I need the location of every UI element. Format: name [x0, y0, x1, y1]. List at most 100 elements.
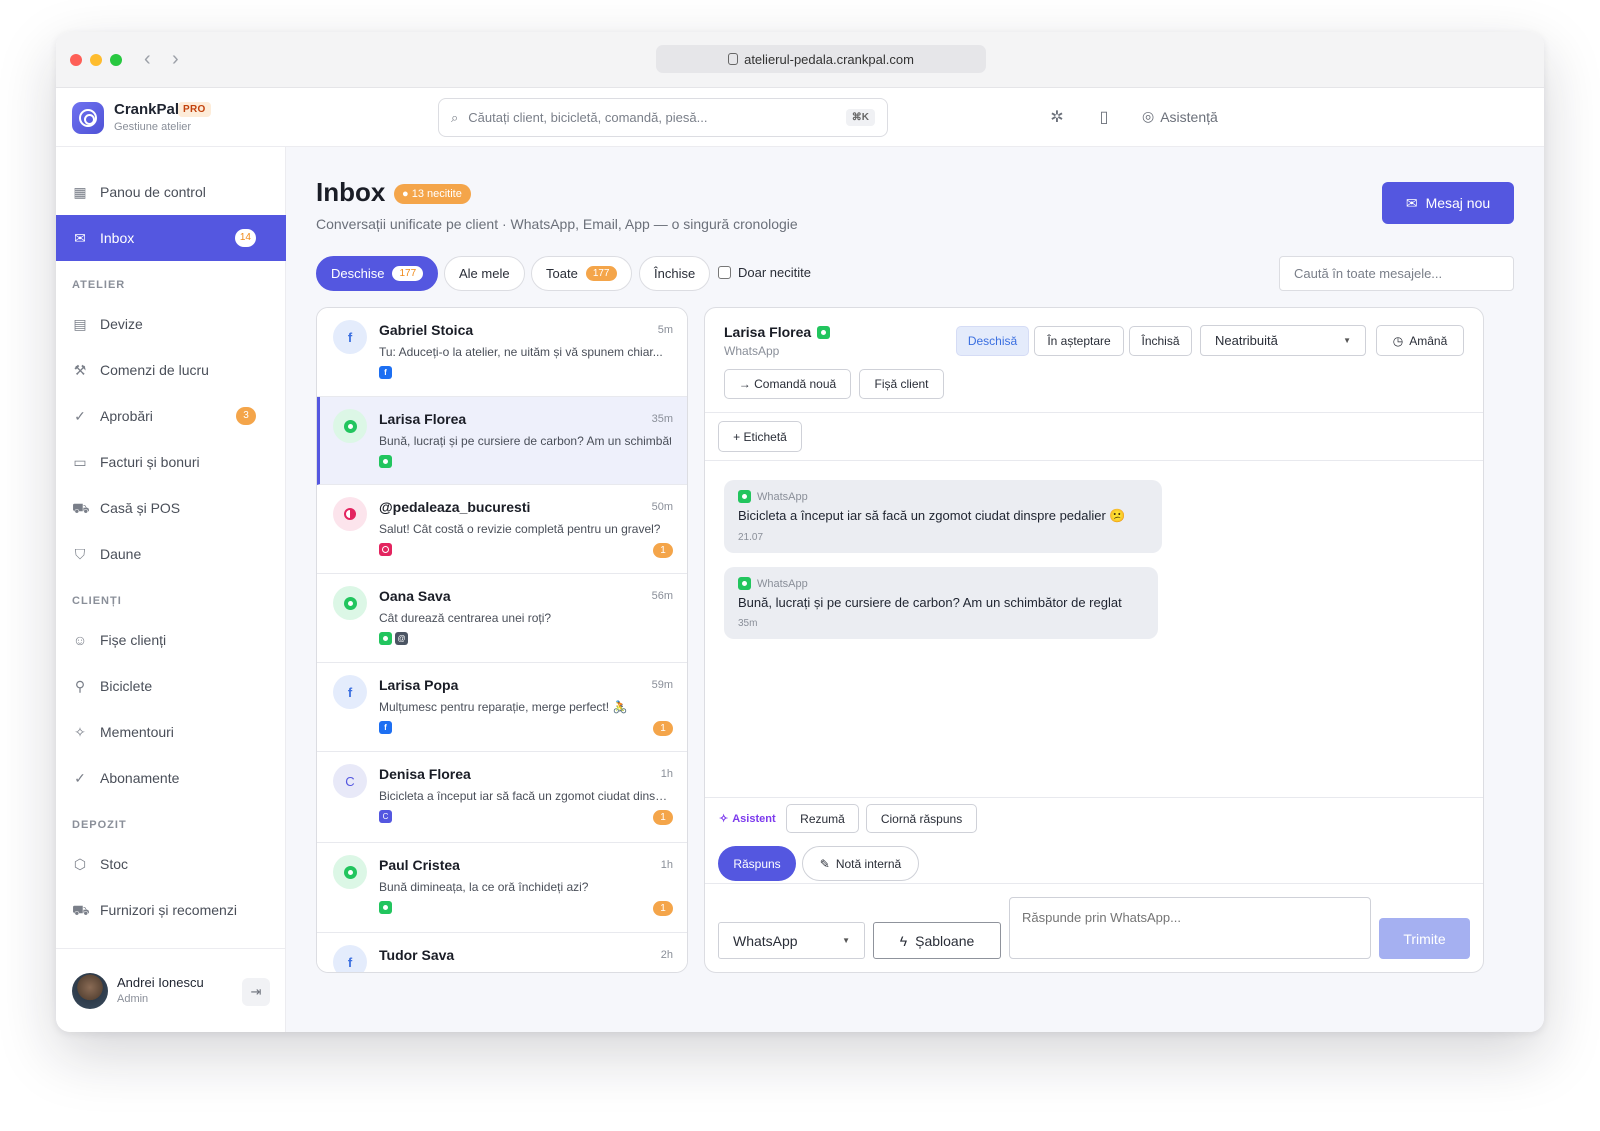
inbox-icon: ✉ — [74, 230, 86, 246]
divider — [705, 797, 1483, 798]
unread-count: 1 — [653, 901, 673, 916]
whatsapp-icon — [379, 901, 392, 914]
conversation-preview: Mulțumesc pentru reparație, merge perfec… — [379, 700, 628, 714]
facebook-icon: f — [379, 366, 392, 379]
grid-icon: ▦ — [73, 184, 87, 200]
list-item[interactable]: Paul Cristea 1h Bună dimineața, la ce or… — [317, 843, 687, 933]
sidebar-item-dashboard[interactable]: ▦ Panou de control — [56, 169, 286, 215]
contact-name: Larisa Florea — [724, 324, 831, 340]
status-closed-button[interactable]: Închisă — [1129, 326, 1192, 356]
sidebar-item-invoices[interactable]: ▭ Facturi și bonuri — [56, 439, 286, 485]
send-label: Trimite — [1403, 930, 1446, 947]
book-icon[interactable]: ▯ — [1093, 107, 1115, 129]
snooze-button[interactable]: ◷ Amână — [1376, 325, 1464, 356]
maximize-window-button[interactable] — [110, 54, 122, 66]
sidebar-item-pos[interactable]: ⛟ Casă și POS — [56, 485, 286, 531]
whatsapp-icon — [343, 419, 357, 433]
filter-open[interactable]: Deschise 177 — [316, 256, 439, 291]
check-circle-icon: ✓ — [74, 408, 86, 424]
close-window-button[interactable] — [70, 54, 82, 66]
sidebar-item-devize[interactable]: ▤ Devize — [56, 301, 286, 347]
list-item[interactable]: @pedaleaza_bucuresti 50m Salut! Cât cost… — [317, 485, 687, 574]
reply-channel-select[interactable]: WhatsApp ▼ — [718, 922, 865, 959]
status-open-button[interactable]: Deschisă — [956, 326, 1029, 356]
list-item[interactable]: Oana Sava 56m Cât durează centrarea unei… — [317, 574, 687, 663]
conversation-preview: Bună dimineața, la ce oră închideți azi? — [379, 880, 589, 894]
conversation-preview: Bună, lucrați și pe cursiere de carbon? … — [379, 434, 671, 448]
sidebar-item-label: Inbox — [100, 230, 135, 246]
sidebar-item-client-files[interactable]: ☺ Fișe clienți — [56, 617, 286, 663]
clock-icon: ◷ — [1392, 333, 1404, 348]
app-subtitle: Gestiune atelier — [114, 121, 192, 133]
avatar — [333, 855, 367, 889]
sidebar-item-suppliers[interactable]: ⛟ Furnizori și recomenzi — [56, 887, 286, 933]
bug-icon[interactable]: ✲ — [1046, 107, 1068, 129]
list-item[interactable]: f Gabriel Stoica 5m Tu: Aduceți-o la ate… — [317, 308, 687, 397]
conversation-name: Gabriel Stoica — [379, 322, 474, 338]
tab-internal-note[interactable]: ✎ Notă internă — [802, 846, 919, 881]
filter-count: 177 — [392, 266, 424, 281]
avatar: C — [333, 764, 367, 798]
send-button[interactable]: Trimite — [1379, 918, 1470, 959]
instagram-icon — [379, 543, 392, 556]
list-item[interactable]: Larisa Florea 35m Bună, lucrați și pe cu… — [317, 397, 687, 485]
logout-icon[interactable]: ⇥ — [242, 978, 270, 1006]
address-bar[interactable]: atelierul-pedala.crankpal.com — [656, 45, 986, 73]
back-arrow-icon[interactable]: ‹ — [144, 47, 151, 71]
sidebar-item-bikes[interactable]: ⚲ Biciclete — [56, 663, 286, 709]
filter-closed[interactable]: Închise — [639, 256, 711, 291]
conversation-time: 35m — [651, 413, 673, 425]
truck-icon: ⛟ — [72, 902, 90, 918]
whatsapp-icon — [379, 455, 392, 468]
forward-arrow-icon[interactable]: › — [172, 47, 179, 71]
tab-reply[interactable]: Răspuns — [718, 846, 796, 881]
unread-count-text: 13 necitite — [411, 188, 462, 200]
filter-mine[interactable]: Ale mele — [444, 256, 525, 291]
sidebar-item-label: Furnizori și recomenzi — [100, 902, 237, 918]
contact-name-text: Larisa Florea — [724, 324, 812, 340]
new-order-button[interactable]: → Comandă nouă — [724, 369, 851, 399]
avatar[interactable] — [72, 973, 108, 1009]
draft-reply-button[interactable]: Ciornă răspuns — [866, 804, 977, 833]
box-icon: ⬡ — [73, 856, 87, 872]
summarize-button[interactable]: Rezumă — [786, 804, 859, 833]
whatsapp-icon — [343, 865, 357, 879]
help-link[interactable]: ◎ Asistență — [1142, 108, 1218, 125]
minimize-window-button[interactable] — [90, 54, 102, 66]
add-tag-button[interactable]: + Etichetă — [718, 421, 802, 452]
status-pending-button[interactable]: În așteptare — [1034, 326, 1124, 356]
conversation-time: 56m — [651, 590, 673, 602]
only-unread-toggle[interactable]: Doar necitite — [718, 265, 811, 280]
only-unread-checkbox[interactable] — [718, 266, 731, 279]
new-message-button[interactable]: ✉ Mesaj nou — [1382, 182, 1514, 224]
reply-textarea[interactable] — [1009, 897, 1371, 959]
global-search-input[interactable]: ⌕ Căutați client, bicicletă, comandă, pi… — [438, 98, 888, 137]
sidebar-item-damages[interactable]: ⛉ Daune — [56, 531, 286, 577]
assignee-select[interactable]: Neatribuită ▼ — [1200, 325, 1366, 356]
templates-button[interactable]: ϟ Șabloane — [873, 922, 1001, 959]
list-item[interactable]: C Denisa Florea 1h Bicicleta a început i… — [317, 752, 687, 843]
message-search-input[interactable]: Caută în toate mesajele... — [1279, 256, 1514, 291]
sidebar-item-stock[interactable]: ⬡ Stoc — [56, 841, 286, 887]
client-card-button[interactable]: Fișă client — [859, 369, 944, 399]
conversation-name: @pedaleaza_bucuresti — [379, 499, 531, 515]
list-item[interactable]: f Larisa Popa 59m Mulțumesc pentru repar… — [317, 663, 687, 752]
unread-count-badge: ● 13 necitite — [394, 184, 471, 204]
whatsapp-icon — [738, 490, 751, 503]
approvals-count-badge: 3 — [236, 407, 256, 425]
crankpal-logo-icon[interactable] — [72, 102, 104, 134]
filter-all[interactable]: Toate 177 — [531, 256, 632, 291]
sidebar-item-work-orders[interactable]: ⚒ Comenzi de lucru — [56, 347, 286, 393]
sidebar-item-inbox[interactable]: ✉ Inbox 14 — [56, 215, 286, 261]
sidebar-item-subscriptions[interactable]: ✓ Abonamente — [56, 755, 286, 801]
conversation-name: Larisa Popa — [379, 677, 459, 693]
section-heading-depozit: DEPOZIT — [72, 819, 127, 831]
client-card-label: Fișă client — [874, 377, 929, 391]
sidebar-item-approvals[interactable]: ✓ Aprobări 3 — [56, 393, 286, 439]
avatar: f — [333, 945, 367, 972]
sidebar-item-label: Stoc — [100, 856, 129, 872]
sparkle-icon: ✧ — [74, 724, 86, 740]
sidebar-item-reminders[interactable]: ✧ Mementouri — [56, 709, 286, 755]
sidebar-item-label: Mementouri — [100, 724, 174, 740]
list-item[interactable]: f Tudor Sava 2h — [317, 933, 687, 972]
